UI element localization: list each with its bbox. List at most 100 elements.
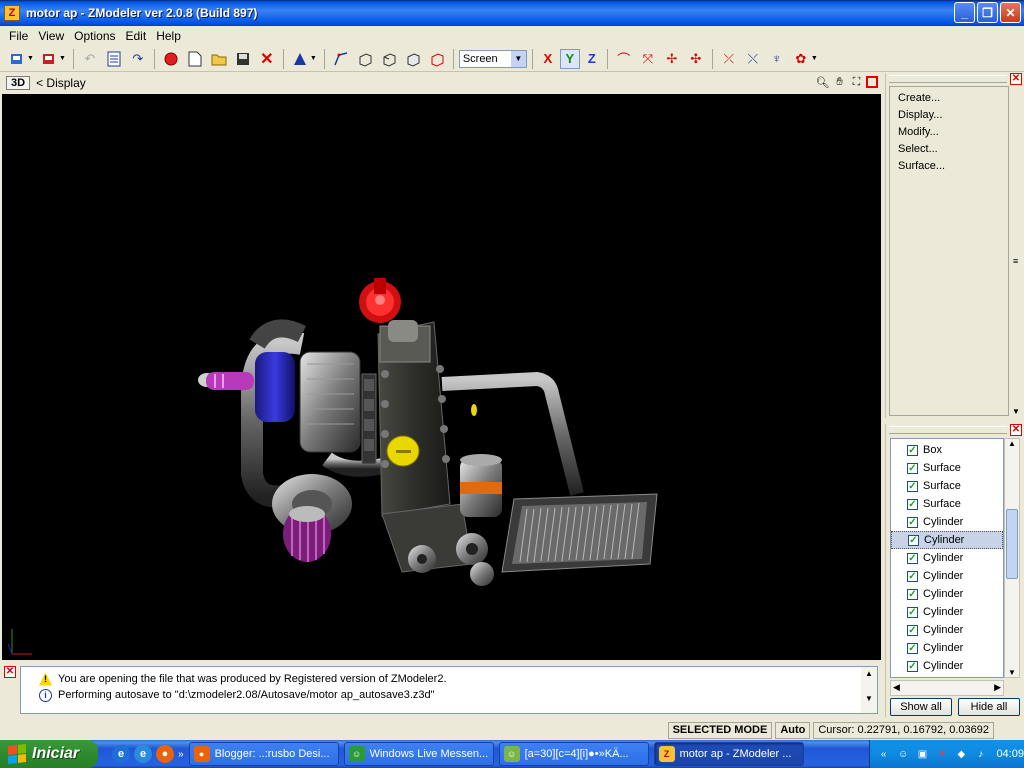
zoom-icon[interactable]: 🔍︎ <box>815 75 830 90</box>
cube-object-icon[interactable] <box>426 48 448 70</box>
new-file-icon[interactable] <box>184 48 206 70</box>
object-list-item[interactable]: ✓ Cylinder <box>891 549 1003 567</box>
object-list-item[interactable]: ✓ Cylinder <box>891 603 1003 621</box>
volume-icon[interactable]: ♪ <box>973 746 988 762</box>
material-icon[interactable] <box>289 48 311 70</box>
visibility-checkbox[interactable]: ✓ <box>907 552 918 564</box>
visibility-checkbox[interactable]: ✓ <box>907 642 918 654</box>
3d-viewport[interactable] <box>2 94 881 660</box>
log-scrollbar[interactable]: ▲ ▼ <box>861 667 877 713</box>
show-all-button[interactable]: Show all <box>890 698 952 716</box>
visibility-checkbox[interactable]: ✓ <box>907 480 918 492</box>
taskbar-item[interactable]: ☺ Windows Live Messen... <box>343 742 494 766</box>
object-list-item[interactable]: ✓ Cylinder <box>891 567 1003 585</box>
axis-gizmo-1-icon[interactable]: ⤧ <box>637 48 659 70</box>
log-close-icon[interactable]: ✕ <box>4 666 16 678</box>
object-list-item[interactable]: ✓ Cylinder <box>891 657 1003 675</box>
command-modify[interactable]: Modify... <box>898 124 1008 141</box>
menu-options[interactable]: Options <box>69 29 120 43</box>
object-panel-close-icon[interactable]: ✕ <box>1010 424 1022 436</box>
close-button[interactable]: ✕ <box>1000 2 1021 23</box>
visibility-checkbox[interactable]: ✓ <box>907 588 918 600</box>
axis-z-button[interactable]: Z <box>582 49 602 69</box>
status-auto[interactable]: Auto <box>775 721 811 739</box>
antivirus-icon[interactable]: ◆ <box>954 746 969 762</box>
axis-gizmo-2-icon[interactable]: ✢ <box>661 48 683 70</box>
scroll-right-icon[interactable]: ▶ <box>994 682 1001 693</box>
undo-icon[interactable]: ↶ <box>79 48 101 70</box>
visibility-checkbox[interactable]: ✓ <box>907 498 918 510</box>
scroll-down-icon[interactable]: ▼ <box>861 694 877 703</box>
object-list-hscrollbar[interactable]: ◀ ▶ <box>890 680 1004 696</box>
command-create[interactable]: Create... <box>898 90 1008 107</box>
tray-expand-icon[interactable]: « <box>876 746 891 762</box>
delete-icon[interactable]: ✕ <box>256 48 278 70</box>
cube-face-icon[interactable] <box>402 48 424 70</box>
quick-launch-more-icon[interactable]: » <box>178 749 184 760</box>
import-dropdown-icon[interactable]: ▼ <box>27 55 34 62</box>
scroll-grip-icon[interactable]: ≡ <box>1013 256 1018 266</box>
minimize-button[interactable]: _ <box>954 2 975 23</box>
scroll-left-icon[interactable]: ◀ <box>893 682 900 693</box>
visibility-checkbox[interactable]: ✓ <box>907 606 918 618</box>
command-scrollbar[interactable]: ≡ ▼ <box>1010 86 1022 416</box>
redo-icon[interactable]: ↷ <box>127 48 149 70</box>
object-list-vscrollbar[interactable]: ▲ ▼ <box>1004 438 1020 678</box>
command-select[interactable]: Select... <box>898 141 1008 158</box>
visibility-checkbox[interactable]: ✓ <box>907 570 918 582</box>
scroll-up-icon[interactable]: ▲ <box>861 669 877 678</box>
panel-grip[interactable] <box>889 426 1007 434</box>
export-dropdown-icon[interactable]: ▼ <box>59 55 66 62</box>
object-list-item[interactable]: ✓ Box <box>891 441 1003 459</box>
object-list-item[interactable]: ✓ Surface <box>891 495 1003 513</box>
scene-dropdown-icon[interactable]: ▼ <box>811 55 818 62</box>
taskbar-item-active[interactable]: Z motor ap - ZModeler ... <box>653 742 804 766</box>
rotate-tool-icon[interactable]: ⤬ <box>742 48 764 70</box>
command-surface[interactable]: Surface... <box>898 158 1008 175</box>
open-folder-icon[interactable] <box>208 48 230 70</box>
move-tool-icon[interactable]: ⤫ <box>718 48 740 70</box>
taskbar-item[interactable]: ● Blogger: ..:rusbo Desi... <box>188 742 339 766</box>
axis-gizmo-3-icon[interactable]: ✣ <box>685 48 707 70</box>
start-button[interactable]: Iniciar <box>0 740 98 768</box>
object-list-item[interactable]: ✓ Cylinder <box>891 639 1003 657</box>
visibility-checkbox[interactable]: ✓ <box>907 444 918 456</box>
visibility-checkbox[interactable]: ✓ <box>907 516 918 528</box>
object-list-item[interactable]: ✓ Surface <box>891 459 1003 477</box>
taskbar-item[interactable]: ☺ [a=30][c=4][i]●•»KÄ... <box>498 742 649 766</box>
viewport-close-icon[interactable] <box>866 76 878 88</box>
object-list-item[interactable]: ✓ Cylinder <box>891 585 1003 603</box>
command-panel-close-icon[interactable]: ✕ <box>1010 73 1022 85</box>
notes-icon[interactable] <box>103 48 125 70</box>
menu-help[interactable]: Help <box>151 29 186 43</box>
magnet-icon[interactable]: ⌒ <box>613 48 635 70</box>
scroll-down-icon[interactable]: ▼ <box>1012 407 1020 416</box>
stop-icon[interactable] <box>160 48 182 70</box>
menu-view[interactable]: View <box>33 29 69 43</box>
import-icon[interactable] <box>6 48 28 70</box>
internet-explorer-icon[interactable]: e <box>112 745 130 763</box>
security-icon[interactable]: ✕ <box>934 746 949 762</box>
visibility-checkbox[interactable]: ✓ <box>907 660 918 672</box>
save-icon[interactable] <box>232 48 254 70</box>
viewport-nav-label[interactable]: < Display <box>36 76 86 90</box>
menu-edit[interactable]: Edit <box>121 29 152 43</box>
cube-edge-icon[interactable] <box>378 48 400 70</box>
network-icon[interactable]: ▣ <box>915 746 930 762</box>
restore-button[interactable]: ❐ <box>977 2 998 23</box>
scene-tool-icon[interactable]: ✿ <box>790 48 812 70</box>
chevron-down-icon[interactable]: ▼ <box>510 50 526 67</box>
export-icon[interactable] <box>38 48 60 70</box>
messenger-tray-icon[interactable]: ☺ <box>895 746 910 762</box>
ie-icon[interactable]: e <box>134 745 152 763</box>
pan-hand-icon[interactable]: ✋︎ <box>832 75 847 90</box>
object-list-item[interactable]: ✓ Cylinder <box>891 621 1003 639</box>
visibility-checkbox[interactable]: ✓ <box>908 534 919 546</box>
scroll-down-icon[interactable]: ▼ <box>1008 668 1016 677</box>
viewport-mode-label[interactable]: 3D <box>6 76 31 90</box>
hide-all-button[interactable]: Hide all <box>958 698 1020 716</box>
object-list-item[interactable]: ✓ Cylinder <box>891 513 1003 531</box>
scroll-up-icon[interactable]: ▲ <box>1005 439 1019 448</box>
scroll-thumb[interactable] <box>1006 509 1018 579</box>
vertex-select-icon[interactable] <box>330 48 352 70</box>
